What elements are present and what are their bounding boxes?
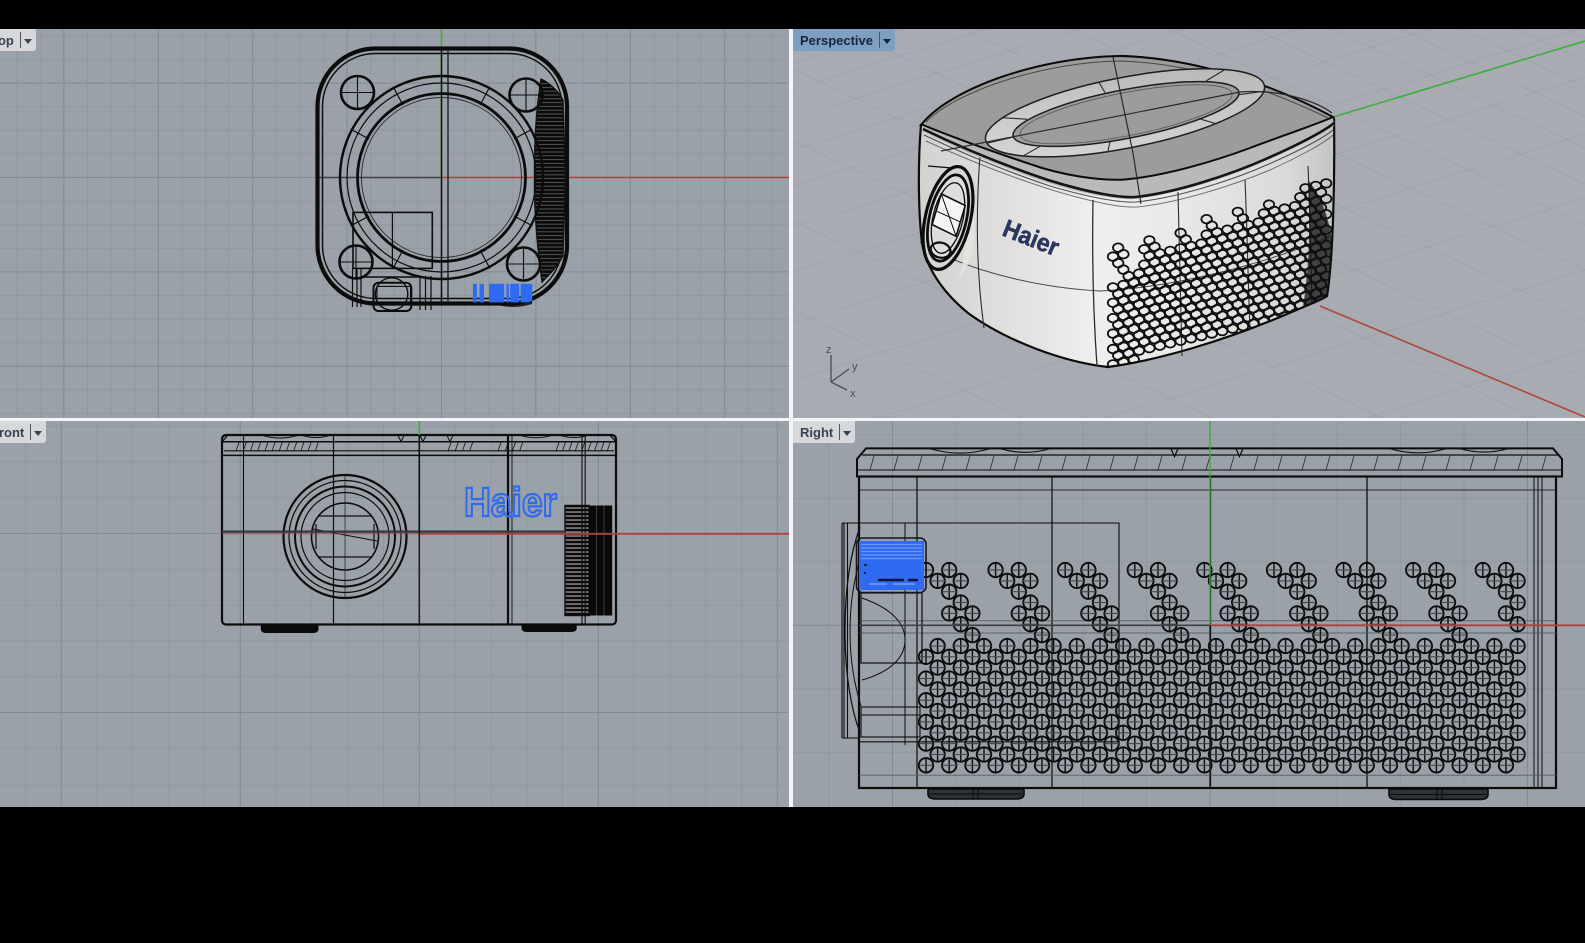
svg-text:z: z	[826, 344, 832, 356]
svg-text:Haier: Haier	[464, 479, 557, 525]
svg-text:y: y	[852, 361, 858, 373]
svg-text:x: x	[850, 388, 856, 400]
